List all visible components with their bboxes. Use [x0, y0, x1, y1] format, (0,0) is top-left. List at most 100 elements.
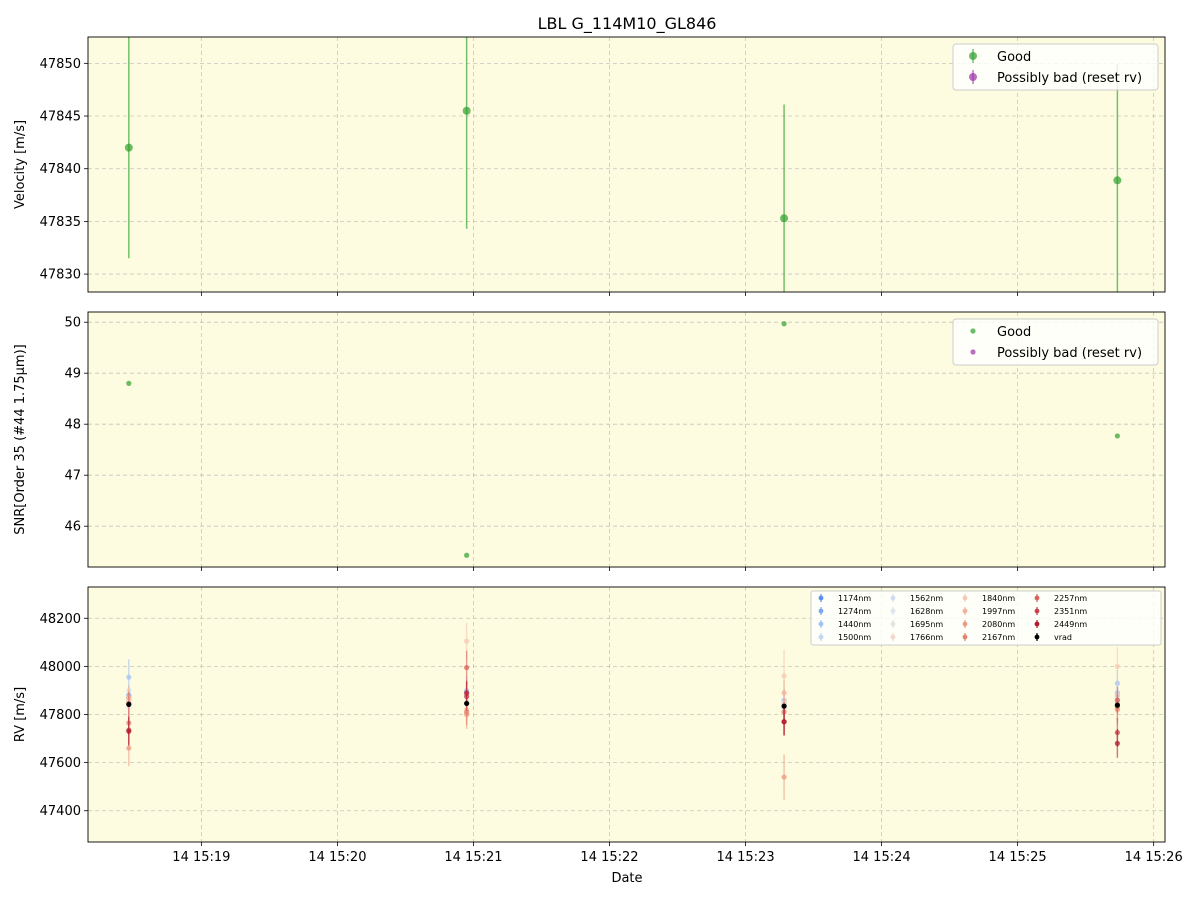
legend-marker: [970, 328, 976, 334]
data-point: [781, 673, 787, 679]
legend-label: vrad: [1054, 633, 1072, 642]
panel-rv: 4740047600478004800048200RV [m/s]1174nm1…: [13, 586, 1166, 846]
y-axis-label: Velocity [m/s]: [13, 120, 28, 209]
data-point: [781, 774, 787, 780]
x-tick-label: 14 15:24: [853, 850, 911, 865]
legend-marker: [818, 621, 824, 627]
x-tick-label: 14 15:20: [308, 850, 366, 865]
legend-marker: [818, 595, 824, 601]
data-point: [464, 690, 470, 696]
legend-label: 1695nm: [910, 620, 943, 629]
data-point: [781, 321, 787, 327]
legend: 1174nm 1274nm 1440nm 1500nm 1562nm 1628nm 1695…: [810, 590, 1162, 646]
legend-marker: [1034, 608, 1040, 614]
data-point: [780, 214, 789, 223]
y-tick-label: 48000: [40, 660, 81, 675]
legend-label: 1766nm: [910, 633, 943, 642]
legend: Good Possibly bad (reset rv): [952, 43, 1159, 91]
legend-label: Possibly bad (reset rv): [997, 71, 1142, 86]
y-tick-label: 46: [64, 520, 81, 535]
legend-label: 1628nm: [910, 607, 943, 616]
y-tick-label: 47600: [40, 756, 81, 771]
data-point: [781, 703, 787, 709]
y-tick-label: 47835: [40, 215, 81, 230]
data-point: [1114, 433, 1120, 439]
legend: Good Possibly bad (reset rv): [952, 318, 1159, 366]
data-point: [126, 674, 132, 680]
figure-title: LBL G_114M10_GL846: [538, 14, 717, 34]
figure: LBL G_114M10_GL846 478304783547840478454…: [13, 14, 1183, 886]
x-tick-label: 14 15:21: [444, 850, 502, 865]
legend-label: Good: [997, 325, 1031, 340]
data-point: [781, 719, 787, 725]
legend-label: Possibly bad (reset rv): [997, 346, 1142, 361]
data-point: [126, 745, 132, 751]
x-tick-label: 14 15:25: [989, 850, 1047, 865]
y-tick-label: 47850: [40, 57, 81, 72]
panel-snr: 46 47 48 49 50 SNR[Order 35 (#44 1.75μm)] Good…: [13, 311, 1166, 571]
legend-marker: [962, 634, 968, 640]
legend-label: 2080nm: [982, 620, 1015, 629]
legend-marker: [818, 608, 824, 614]
data-point: [464, 700, 470, 707]
data-point: [1113, 176, 1122, 185]
legend-label: 1274nm: [838, 607, 871, 616]
data-point: [1114, 663, 1120, 669]
legend-marker: [1034, 595, 1040, 601]
data-point: [1114, 702, 1120, 708]
legend-marker: [890, 634, 896, 640]
y-tick-label: 47840: [40, 162, 81, 177]
legend-marker: [890, 608, 896, 614]
data-point: [126, 701, 132, 707]
legend-marker: [970, 349, 976, 355]
legend-marker: [962, 608, 968, 614]
x-axis-ticks: 14 15:19 14 15:20 14 15:21 14 15:22 14 15:23…: [172, 850, 1182, 865]
panels: 47830 47835 47840 47845 47850 Velocity [m/s] G…: [13, 36, 1166, 846]
y-axis-label: RV [m/s]: [13, 687, 28, 742]
data-point: [464, 664, 470, 671]
legend-label: Good: [997, 50, 1031, 65]
legend-label: 1997nm: [982, 607, 1015, 616]
data-point: [464, 552, 470, 558]
data-point: [781, 690, 787, 696]
x-tick-label: 14 15:22: [580, 850, 638, 865]
legend-marker: [962, 595, 968, 601]
data-point: [462, 106, 471, 115]
y-tick-label: 47830: [40, 268, 81, 283]
x-axis-label: Date: [611, 871, 642, 886]
x-tick-label: 14 15:26: [1125, 850, 1183, 865]
legend-label: 1562nm: [910, 594, 943, 603]
y-tick-label: 48: [64, 418, 81, 433]
x-tick-label: 14 15:23: [716, 850, 774, 865]
y-tick-label: 47400: [40, 804, 81, 819]
legend-marker: [969, 73, 977, 81]
legend-label: 1840nm: [982, 594, 1015, 603]
y-tick-label: 49: [64, 367, 81, 382]
y-tick-label: 47845: [40, 110, 81, 125]
legend-marker: [969, 52, 977, 60]
legend-label: 2167nm: [982, 633, 1015, 642]
legend-marker: [1034, 634, 1040, 640]
y-tick-label: 47: [64, 469, 81, 484]
y-tick-label: 48200: [40, 612, 81, 627]
legend-label: 2257nm: [1054, 594, 1087, 603]
legend-marker: [1034, 621, 1040, 627]
legend-marker: [890, 595, 896, 601]
data-point: [124, 143, 133, 152]
y-axis-label: SNR[Order 35 (#44 1.75μm)]: [13, 344, 28, 535]
legend-label: 1174nm: [838, 594, 871, 603]
legend-label: 2449nm: [1054, 620, 1087, 629]
legend-label: 1440nm: [838, 620, 871, 629]
y-tick-label: 47800: [40, 708, 81, 723]
data-point: [126, 380, 132, 386]
legend-label: 1500nm: [838, 633, 871, 642]
legend-label: 2351nm: [1054, 607, 1087, 616]
y-tick-label: 50: [64, 316, 81, 331]
data-point: [464, 638, 470, 644]
legend-marker: [962, 621, 968, 627]
legend-marker: [890, 621, 896, 627]
legend-marker: [818, 634, 824, 640]
panel-velocity: 47830 47835 47840 47845 47850 Velocity [m/s] G…: [13, 36, 1166, 296]
data-point: [1114, 697, 1120, 703]
data-point: [1114, 740, 1120, 746]
